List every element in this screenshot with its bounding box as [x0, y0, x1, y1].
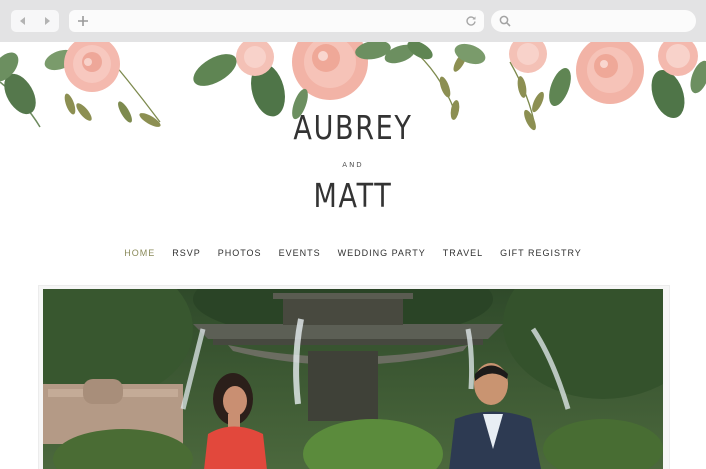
plus-icon[interactable]	[77, 15, 89, 27]
reload-icon[interactable]	[465, 15, 477, 27]
couple-engagement-photo	[43, 289, 663, 469]
back-arrow-icon[interactable]	[18, 16, 28, 26]
nav-item-home[interactable]: HOME	[124, 248, 155, 258]
wedding-website-page: AUBREY AND MATT HOME RSVP PHOTOS EVENTS …	[0, 42, 706, 469]
nav-item-gift-registry[interactable]: GIFT REGISTRY	[500, 248, 582, 258]
nav-item-events[interactable]: EVENTS	[279, 248, 321, 258]
nav-item-wedding-party[interactable]: WEDDING PARTY	[338, 248, 426, 258]
address-bar[interactable]	[69, 10, 484, 32]
history-buttons	[11, 10, 59, 32]
and-separator: AND	[342, 161, 364, 169]
browser-chrome	[0, 0, 706, 42]
partner-two-name: MATT	[313, 176, 393, 215]
site-navigation: HOME RSVP PHOTOS EVENTS WEDDING PARTY TR…	[0, 248, 706, 258]
search-bar[interactable]	[491, 10, 696, 32]
partner-one-name: AUBREY	[293, 108, 413, 147]
forward-arrow-icon[interactable]	[42, 16, 52, 26]
nav-item-travel[interactable]: TRAVEL	[443, 248, 483, 258]
nav-item-rsvp[interactable]: RSVP	[172, 248, 201, 258]
nav-item-photos[interactable]: PHOTOS	[218, 248, 262, 258]
search-icon	[499, 15, 511, 27]
